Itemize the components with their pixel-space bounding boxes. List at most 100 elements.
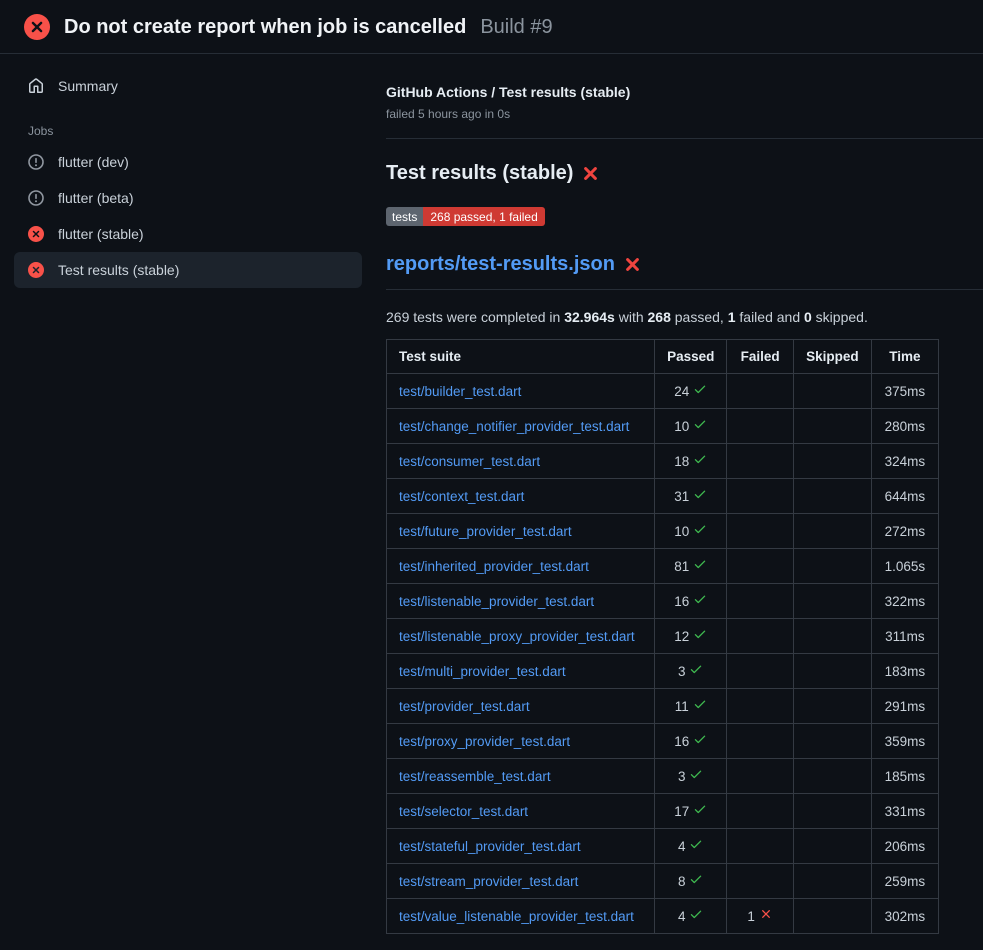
sidebar-item-flutter-beta[interactable]: flutter (beta) xyxy=(14,180,362,216)
divider xyxy=(386,289,983,290)
suite-link[interactable]: test/stateful_provider_test.dart xyxy=(399,839,581,854)
failed-x-icon xyxy=(582,165,599,182)
suite-cell: test/stream_provider_test.dart xyxy=(387,864,655,899)
skipped-cell xyxy=(794,899,872,934)
suite-link[interactable]: test/listenable_provider_test.dart xyxy=(399,594,594,609)
jobs-heading: Jobs xyxy=(28,124,362,138)
suite-link[interactable]: test/builder_test.dart xyxy=(399,384,521,399)
home-icon xyxy=(28,78,44,94)
check-icon xyxy=(693,487,707,501)
time-cell: 206ms xyxy=(871,829,938,864)
skipped-cell xyxy=(794,619,872,654)
suite-cell: test/stateful_provider_test.dart xyxy=(387,829,655,864)
failed-cell xyxy=(727,724,794,759)
failed-cell xyxy=(727,584,794,619)
failed-cell: 1 xyxy=(727,899,794,934)
passed-cell: 12 xyxy=(655,619,727,654)
test-results-table: Test suite Passed Failed Skipped Time te… xyxy=(386,339,939,934)
check-icon xyxy=(693,697,707,711)
time-cell: 183ms xyxy=(871,654,938,689)
check-icon xyxy=(689,872,703,886)
suite-link[interactable]: test/proxy_provider_test.dart xyxy=(399,734,570,749)
alert-circle-icon xyxy=(28,190,44,206)
suite-link[interactable]: test/stream_provider_test.dart xyxy=(399,874,578,889)
table-row: test/reassemble_test.dart3185ms xyxy=(387,759,939,794)
suite-link[interactable]: test/consumer_test.dart xyxy=(399,454,540,469)
summary-skipped: 0 xyxy=(804,309,812,325)
x-icon xyxy=(759,907,773,921)
skipped-cell xyxy=(794,584,872,619)
failed-cell xyxy=(727,374,794,409)
skipped-cell xyxy=(794,444,872,479)
sidebar-item-label: Summary xyxy=(58,78,118,94)
suite-cell: test/listenable_proxy_provider_test.dart xyxy=(387,619,655,654)
table-row: test/listenable_provider_test.dart16322m… xyxy=(387,584,939,619)
page-title: Do not create report when job is cancell… xyxy=(64,16,466,39)
suite-link[interactable]: test/value_listenable_provider_test.dart xyxy=(399,909,634,924)
suite-link[interactable]: test/provider_test.dart xyxy=(399,699,530,714)
time-cell: 272ms xyxy=(871,514,938,549)
sidebar-item-summary[interactable]: Summary xyxy=(14,68,362,104)
sidebar-item-test-results-stable[interactable]: Test results (stable) xyxy=(14,252,362,288)
jobs-list: flutter (dev) flutter (beta)flutter (stab… xyxy=(14,144,362,288)
check-icon xyxy=(693,382,707,396)
suite-cell: test/value_listenable_provider_test.dart xyxy=(387,899,655,934)
failed-cell xyxy=(727,514,794,549)
skipped-cell xyxy=(794,409,872,444)
summary-line: 269 tests were completed in 32.964s with… xyxy=(386,309,983,325)
sidebar-item-flutter-stable[interactable]: flutter (stable) xyxy=(14,216,362,252)
table-body: test/builder_test.dart 24 375ms test/change… xyxy=(387,374,939,934)
passed-cell: 24 xyxy=(655,374,727,409)
check-icon xyxy=(693,417,707,431)
suite-cell: test/future_provider_test.dart xyxy=(387,514,655,549)
main-panel: GitHub Actions / Test results (stable) f… xyxy=(374,54,983,934)
table-row: test/consumer_test.dart18324ms xyxy=(387,444,939,479)
passed-cell: 4 xyxy=(655,899,727,934)
passed-cell: 10 xyxy=(655,409,727,444)
x-circle-icon xyxy=(28,226,44,242)
time-cell: 259ms xyxy=(871,864,938,899)
sidebar-item-flutter-dev[interactable]: flutter (dev) xyxy=(14,144,362,180)
suite-link[interactable]: test/selector_test.dart xyxy=(399,804,528,819)
time-cell: 331ms xyxy=(871,794,938,829)
suite-cell: test/context_test.dart xyxy=(387,479,655,514)
passed-cell: 16 xyxy=(655,724,727,759)
suite-link[interactable]: test/inherited_provider_test.dart xyxy=(399,559,589,574)
failed-cell xyxy=(727,619,794,654)
col-header-passed: Passed xyxy=(655,340,727,374)
check-icon xyxy=(689,907,703,921)
passed-cell: 4 xyxy=(655,829,727,864)
suite-link[interactable]: test/change_notifier_provider_test.dart xyxy=(399,419,629,434)
skipped-cell xyxy=(794,479,872,514)
time-cell: 375ms xyxy=(871,374,938,409)
report-link[interactable]: reports/test-results.json xyxy=(386,253,615,276)
suite-cell: test/change_notifier_provider_test.dart xyxy=(387,409,655,444)
suite-link[interactable]: test/future_provider_test.dart xyxy=(399,524,572,539)
suite-cell: test/proxy_provider_test.dart xyxy=(387,724,655,759)
summary-failed: 1 xyxy=(728,309,736,325)
time-cell: 291ms xyxy=(871,689,938,724)
summary-passed: 268 xyxy=(648,309,671,325)
failed-cell xyxy=(727,759,794,794)
sidebar-item-label: flutter (dev) xyxy=(58,154,129,170)
table-header-row: Test suite Passed Failed Skipped Time xyxy=(387,340,939,374)
suite-cell: test/multi_provider_test.dart xyxy=(387,654,655,689)
passed-cell: 10 xyxy=(655,514,727,549)
skipped-cell xyxy=(794,864,872,899)
check-icon xyxy=(693,802,707,816)
failed-cell xyxy=(727,689,794,724)
passed-cell: 18 xyxy=(655,444,727,479)
suite-link[interactable]: test/listenable_proxy_provider_test.dart xyxy=(399,629,635,644)
table-row: test/multi_provider_test.dart 3 183ms xyxy=(387,654,939,689)
failed-cell xyxy=(727,549,794,584)
skipped-cell xyxy=(794,374,872,409)
passed-cell: 3 xyxy=(655,654,727,689)
divider xyxy=(386,138,983,139)
suite-link[interactable]: test/context_test.dart xyxy=(399,489,524,504)
suite-cell: test/provider_test.dart xyxy=(387,689,655,724)
suite-link[interactable]: test/reassemble_test.dart xyxy=(399,769,551,784)
suite-link[interactable]: test/multi_provider_test.dart xyxy=(399,664,566,679)
check-run-header: Do not create report when job is cancell… xyxy=(0,0,983,54)
check-icon xyxy=(693,452,707,466)
skipped-cell xyxy=(794,514,872,549)
